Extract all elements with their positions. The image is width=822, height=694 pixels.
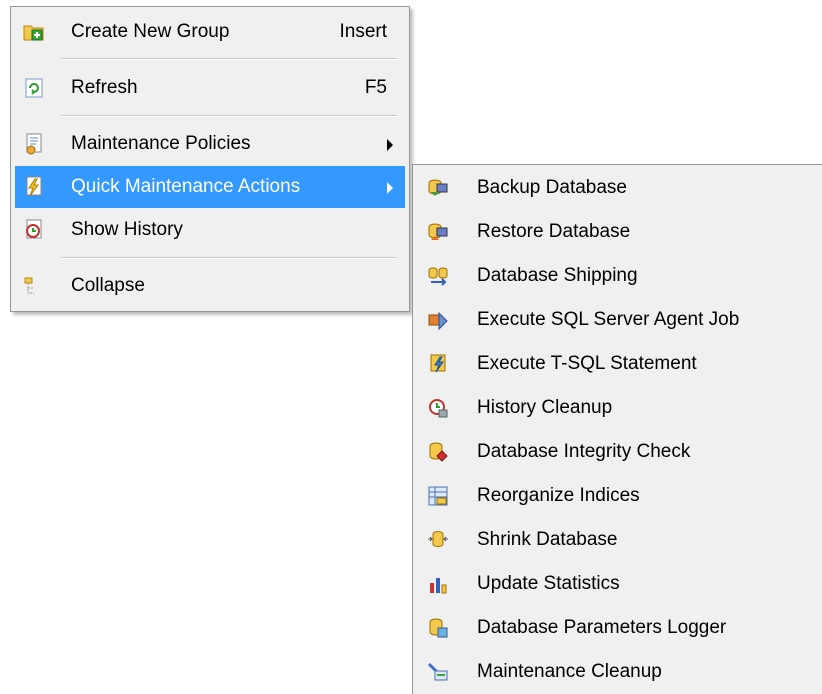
- submenu-item-label: Backup Database: [477, 177, 627, 198]
- update-statistics-icon: [427, 573, 449, 595]
- quick-maintenance-actions-submenu: Backup Database Restore Database Databas…: [412, 164, 822, 694]
- menu-item-label: Quick Maintenance Actions: [71, 176, 301, 197]
- menu-item-create-new-group[interactable]: Create New Group Insert: [15, 11, 405, 53]
- submenu-arrow-icon: [387, 182, 393, 194]
- submenu-item-label: History Cleanup: [477, 397, 613, 418]
- submenu-item-label: Maintenance Cleanup: [477, 661, 662, 682]
- menu-separator: [61, 257, 397, 259]
- submenu-item-maintenance-cleanup[interactable]: Maintenance Cleanup: [419, 651, 822, 693]
- menu-item-label: Create New Group: [71, 21, 230, 42]
- menu-item-show-history[interactable]: Show History: [15, 209, 405, 251]
- parameters-logger-icon: [427, 617, 449, 639]
- submenu-item-label: Shrink Database: [477, 529, 618, 550]
- shrink-database-icon: [427, 529, 449, 551]
- database-shipping-icon: [427, 265, 449, 287]
- refresh-icon: [23, 77, 45, 99]
- agent-job-icon: [427, 309, 449, 331]
- submenu-item-label: Execute SQL Server Agent Job: [477, 309, 740, 330]
- submenu-item-database-parameters-logger[interactable]: Database Parameters Logger: [419, 607, 822, 649]
- menu-item-label: Collapse: [71, 275, 145, 296]
- menu-separator: [61, 58, 397, 60]
- restore-database-icon: [427, 221, 449, 243]
- tsql-statement-icon: [427, 353, 449, 375]
- submenu-item-label: Update Statistics: [477, 573, 620, 594]
- submenu-item-label: Execute T-SQL Statement: [477, 353, 697, 374]
- menu-item-label: Maintenance Policies: [71, 133, 251, 154]
- menu-item-collapse[interactable]: Collapse: [15, 265, 405, 307]
- shortcut-text: Insert: [339, 21, 387, 42]
- collapse-icon: [23, 275, 45, 297]
- menu-item-refresh[interactable]: Refresh F5: [15, 67, 405, 109]
- quick-actions-icon: [23, 176, 45, 198]
- backup-database-icon: [427, 177, 449, 199]
- submenu-item-execute-sql-server-agent-job[interactable]: Execute SQL Server Agent Job: [419, 299, 822, 341]
- menu-separator: [61, 115, 397, 117]
- submenu-item-restore-database[interactable]: Restore Database: [419, 211, 822, 253]
- context-menu: Create New Group Insert Refresh F5 Maint…: [10, 6, 410, 312]
- submenu-item-backup-database[interactable]: Backup Database: [419, 167, 822, 209]
- submenu-item-label: Database Parameters Logger: [477, 617, 727, 638]
- maintenance-cleanup-icon: [427, 661, 449, 683]
- menu-item-label: Show History: [71, 219, 183, 240]
- policies-icon: [23, 133, 45, 155]
- menu-item-maintenance-policies[interactable]: Maintenance Policies: [15, 123, 405, 165]
- submenu-item-label: Database Integrity Check: [477, 441, 691, 462]
- submenu-item-execute-t-sql-statement[interactable]: Execute T-SQL Statement: [419, 343, 822, 385]
- menu-item-quick-maintenance-actions[interactable]: Quick Maintenance Actions: [15, 166, 405, 208]
- submenu-item-database-integrity-check[interactable]: Database Integrity Check: [419, 431, 822, 473]
- submenu-item-label: Restore Database: [477, 221, 631, 242]
- submenu-item-label: Reorganize Indices: [477, 485, 640, 506]
- submenu-item-shrink-database[interactable]: Shrink Database: [419, 519, 822, 561]
- submenu-item-reorganize-indices[interactable]: Reorganize Indices: [419, 475, 822, 517]
- history-icon: [23, 219, 45, 241]
- menu-item-label: Refresh: [71, 77, 138, 98]
- history-cleanup-icon: [427, 397, 449, 419]
- reorganize-indices-icon: [427, 485, 449, 507]
- submenu-item-update-statistics[interactable]: Update Statistics: [419, 563, 822, 605]
- shortcut-text: F5: [364, 77, 387, 98]
- submenu-arrow-icon: [387, 139, 393, 151]
- create-group-icon: [23, 21, 45, 43]
- submenu-item-history-cleanup[interactable]: History Cleanup: [419, 387, 822, 429]
- submenu-item-label: Database Shipping: [477, 265, 638, 286]
- submenu-item-database-shipping[interactable]: Database Shipping: [419, 255, 822, 297]
- integrity-check-icon: [427, 441, 449, 463]
